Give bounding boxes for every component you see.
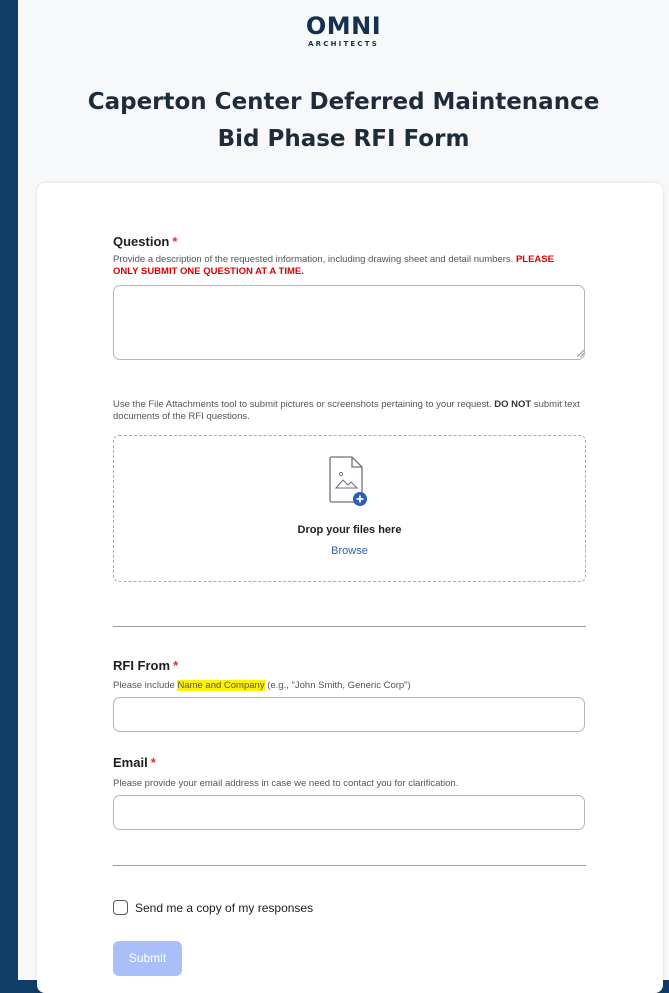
send-copy-label[interactable]: Send me a copy of my responses	[135, 901, 313, 915]
email-help: Please provide your email address in cas…	[113, 778, 459, 789]
logo-main-text: OMNI	[305, 12, 382, 40]
question-help: Provide a description of the requested i…	[113, 254, 573, 277]
question-label: Question *	[113, 234, 177, 249]
resize-handle-icon[interactable]	[577, 350, 584, 357]
section-divider	[113, 865, 586, 866]
form-title: Caperton Center Deferred Maintenance Bid…	[18, 84, 669, 158]
question-help-text: Provide a description of the requested i…	[113, 254, 514, 265]
form-card: Question * Provide a description of the r…	[37, 183, 663, 993]
email-input[interactable]	[113, 795, 585, 830]
logo-sub-text: ARCHITECTS	[308, 40, 379, 48]
rfi-from-help-highlight: Name and Company	[177, 680, 265, 691]
attachments-help-bold: DO NOT	[494, 399, 532, 410]
rfi-from-help: Please include Name and Company (e.g., "…	[113, 680, 411, 692]
email-label: Email *	[113, 755, 156, 770]
page: OMNI ARCHITECTS Caperton Center Deferred…	[18, 0, 669, 993]
omni-architects-logo: OMNI ARCHITECTS	[18, 13, 669, 48]
image-file-add-icon	[328, 456, 370, 513]
send-copy-checkbox[interactable]	[113, 900, 128, 915]
attachments-help-start: Use the File Attachments tool to submit …	[113, 399, 492, 410]
required-marker: *	[173, 658, 179, 673]
rfi-from-help-end: (e.g., "John Smith, Generic Corp")	[267, 680, 411, 691]
form-title-line1: Caperton Center Deferred Maintenance	[87, 89, 600, 115]
rfi-from-label: RFI From *	[113, 658, 178, 673]
file-dropzone[interactable]: Drop your files here Browse	[113, 435, 586, 582]
rfi-from-label-text: RFI From	[113, 658, 171, 673]
rfi-from-help-start: Please include	[113, 680, 175, 691]
submit-button[interactable]: Submit	[113, 941, 182, 976]
required-marker: *	[172, 234, 178, 249]
form-title-line2: Bid Phase RFI Form	[217, 126, 470, 152]
required-marker: *	[150, 755, 156, 770]
attachments-help: Use the File Attachments tool to submit …	[113, 399, 593, 422]
drop-files-text: Drop your files here	[297, 524, 402, 536]
browse-link[interactable]: Browse	[114, 545, 585, 557]
section-divider	[113, 626, 586, 627]
question-textarea[interactable]	[113, 285, 585, 360]
question-label-text: Question	[113, 234, 170, 249]
email-label-text: Email	[113, 755, 148, 770]
rfi-from-input[interactable]	[113, 697, 585, 732]
